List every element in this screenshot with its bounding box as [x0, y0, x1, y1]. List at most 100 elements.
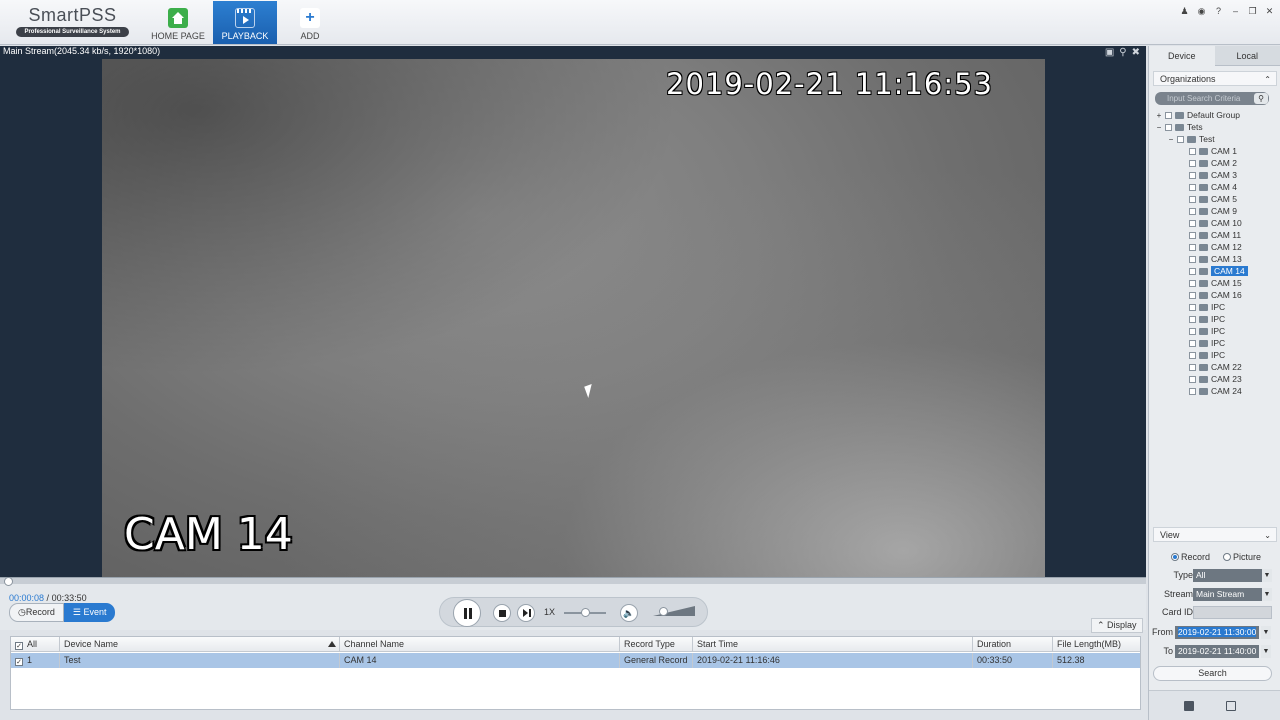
tree-node-camera[interactable]: CAM 24	[1155, 385, 1275, 397]
tree-node-camera[interactable]: CAM 15	[1155, 277, 1275, 289]
tree-checkbox[interactable]	[1189, 148, 1196, 155]
tree-checkbox[interactable]	[1189, 232, 1196, 239]
nav-playback[interactable]: PLAYBACK	[213, 1, 277, 44]
row-checkbox[interactable]: ✓	[15, 658, 23, 666]
header-all[interactable]: ✓ All	[11, 637, 60, 651]
tree-node-camera[interactable]: IPC	[1155, 325, 1275, 337]
tree-node-camera[interactable]: CAM 16	[1155, 289, 1275, 301]
stream-select[interactable]: Main Stream	[1193, 588, 1272, 601]
tree-node-camera[interactable]: CAM 3	[1155, 169, 1275, 181]
timeline-knob[interactable]	[4, 577, 13, 586]
tree-checkbox[interactable]	[1189, 244, 1196, 251]
to-datetime-input[interactable]: 2019-02-21 11:40:00	[1175, 645, 1259, 658]
lock-icon[interactable]: ◉	[1197, 6, 1206, 17]
minimize-icon[interactable]: –	[1231, 6, 1240, 17]
view-header[interactable]: View ⌄	[1153, 527, 1277, 542]
tree-node-camera[interactable]: CAM 10	[1155, 217, 1275, 229]
video-frame[interactable]: 2019-02-21 11:16:53 CAM 14	[102, 59, 1045, 577]
snapshot-icon[interactable]: ▣	[1105, 47, 1114, 58]
row-index-cell[interactable]: ✓ 1	[11, 653, 60, 668]
timeline-bar[interactable]	[0, 577, 1146, 586]
search-icon[interactable]: ⚲	[1254, 93, 1268, 104]
tree-node-test[interactable]: − Test	[1155, 133, 1275, 145]
tree-node-camera[interactable]: CAM 22	[1155, 361, 1275, 373]
type-select[interactable]: All	[1193, 569, 1272, 582]
tree-checkbox[interactable]	[1165, 112, 1172, 119]
tree-node-camera[interactable]: IPC	[1155, 337, 1275, 349]
tree-checkbox[interactable]	[1189, 172, 1196, 179]
nav-home-page[interactable]: HOME PAGE	[146, 1, 210, 44]
radio-record-dot[interactable]	[1171, 553, 1179, 561]
tree-checkbox[interactable]	[1189, 340, 1196, 347]
tree-node-camera[interactable]: IPC	[1155, 349, 1275, 361]
volume-slider[interactable]	[653, 606, 695, 616]
speed-slider[interactable]	[564, 608, 606, 617]
nav-add[interactable]: + ADD	[278, 1, 342, 44]
select-all-checkbox[interactable]: ✓	[15, 642, 23, 650]
user-icon[interactable]: ♟	[1180, 6, 1189, 17]
header-record-type[interactable]: Record Type	[620, 637, 693, 651]
tab-local[interactable]: Local	[1214, 46, 1280, 66]
tree-checkbox[interactable]	[1189, 256, 1196, 263]
device-search-input[interactable]: Input Search Criteria	[1155, 92, 1269, 105]
tree-checkbox[interactable]	[1189, 352, 1196, 359]
card-id-input[interactable]	[1193, 606, 1272, 619]
next-frame-button[interactable]	[517, 604, 535, 622]
volume-slider-knob[interactable]	[659, 607, 668, 616]
header-start-time[interactable]: Start Time	[693, 637, 973, 651]
display-button[interactable]: ⌃ Display	[1091, 618, 1143, 633]
close-icon[interactable]: ✕	[1265, 6, 1274, 17]
tree-checkbox[interactable]	[1189, 160, 1196, 167]
search-button[interactable]: Search	[1153, 666, 1272, 681]
tree-node-camera[interactable]: CAM 13	[1155, 253, 1275, 265]
record-mode-button[interactable]: ◷Record	[9, 603, 64, 622]
tree-checkbox[interactable]	[1189, 292, 1196, 299]
tree-checkbox[interactable]	[1189, 280, 1196, 287]
tree-node-camera[interactable]: CAM 4	[1155, 181, 1275, 193]
chevron-down-icon[interactable]: ▼	[1262, 569, 1272, 582]
event-mode-button[interactable]: ☰ Event	[63, 603, 116, 622]
tree-checkbox[interactable]	[1165, 124, 1172, 131]
tree-node-camera[interactable]: IPC	[1155, 313, 1275, 325]
tree-node-camera[interactable]: CAM 1	[1155, 145, 1275, 157]
tree-checkbox[interactable]	[1189, 304, 1196, 311]
tree-node-camera[interactable]: CAM 23	[1155, 373, 1275, 385]
header-device[interactable]: Device Name	[60, 637, 340, 651]
chevron-down-icon[interactable]: ▼	[1261, 626, 1271, 639]
tree-node-camera[interactable]: CAM 9	[1155, 205, 1275, 217]
tree-checkbox[interactable]	[1189, 328, 1196, 335]
speed-slider-knob[interactable]	[581, 608, 590, 617]
tree-checkbox[interactable]	[1189, 208, 1196, 215]
tree-checkbox[interactable]	[1189, 196, 1196, 203]
close-video-icon[interactable]: ✖	[1132, 47, 1140, 58]
tree-node-default-group[interactable]: + Default Group	[1155, 109, 1275, 121]
tree-node-camera[interactable]: IPC	[1155, 301, 1275, 313]
organizations-header[interactable]: Organizations ⌃	[1153, 71, 1277, 86]
tree-checkbox[interactable]	[1189, 364, 1196, 371]
pause-button[interactable]	[453, 599, 481, 627]
header-duration[interactable]: Duration	[973, 637, 1053, 651]
tree-checkbox[interactable]	[1177, 136, 1184, 143]
mute-icon[interactable]: 🔈	[620, 604, 638, 622]
restore-icon[interactable]: ❐	[1248, 6, 1257, 17]
header-file-length[interactable]: File Length(MB)	[1053, 637, 1140, 651]
tree-checkbox[interactable]	[1189, 376, 1196, 383]
tree-checkbox[interactable]	[1189, 388, 1196, 395]
tree-node-tets[interactable]: − Tets	[1155, 121, 1275, 133]
tree-checkbox[interactable]	[1189, 184, 1196, 191]
chevron-down-icon[interactable]: ▼	[1262, 588, 1272, 601]
tree-checkbox[interactable]	[1189, 316, 1196, 323]
save-icon[interactable]	[1184, 701, 1194, 711]
chevron-down-icon[interactable]: ▼	[1261, 645, 1271, 658]
tree-node-camera[interactable]: CAM 2	[1155, 157, 1275, 169]
from-datetime-input[interactable]: 2019-02-21 11:30:00	[1175, 626, 1259, 639]
radio-picture-dot[interactable]	[1223, 553, 1232, 561]
tree-checkbox[interactable]	[1189, 268, 1196, 275]
tree-node-camera[interactable]: CAM 5	[1155, 193, 1275, 205]
tree-node-camera[interactable]: CAM 11	[1155, 229, 1275, 241]
tree-checkbox[interactable]	[1189, 220, 1196, 227]
tab-device[interactable]: Device	[1149, 46, 1215, 66]
table-row[interactable]: ✓ 1 Test CAM 14 General Record 2019-02-21…	[11, 653, 1140, 668]
help-icon[interactable]: ?	[1214, 6, 1223, 17]
stop-button[interactable]	[493, 604, 511, 622]
